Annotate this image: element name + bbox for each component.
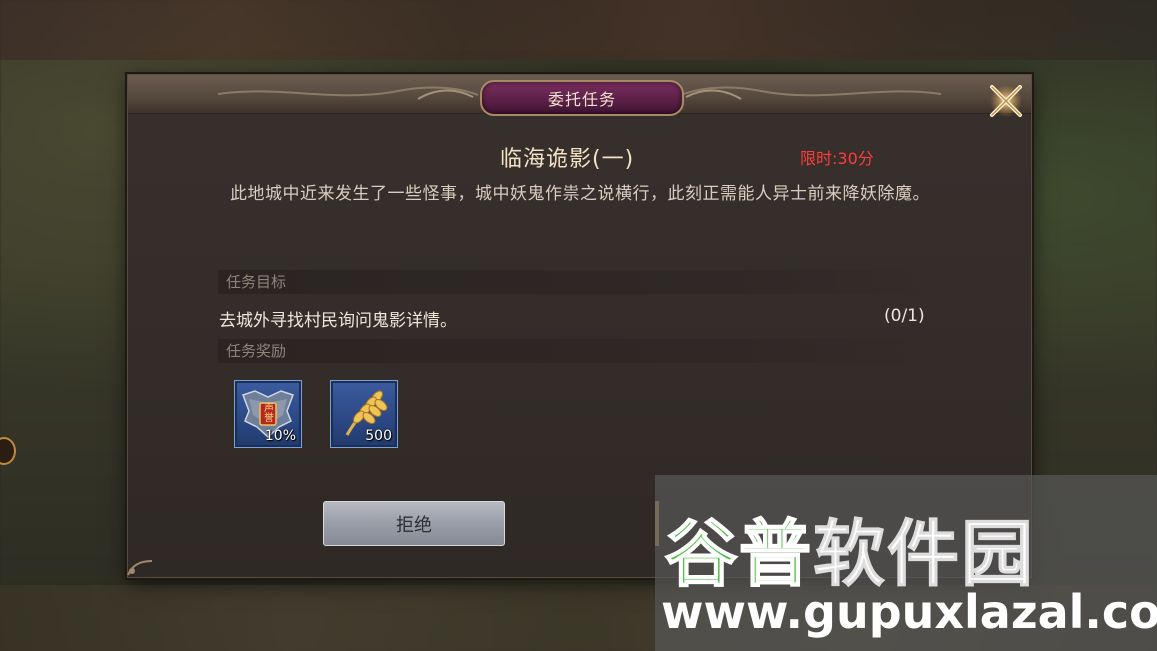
reward-section-header: 任务奖励 [218,339,940,363]
corner-ornament-bottom-left [127,560,153,576]
dialog-title: 委托任务 [480,80,684,116]
reward-count: 10% [264,428,296,444]
objective-text: 去城外寻找村民询问鬼影详情。 [219,311,457,331]
dialog-header: 委托任务 [128,75,1031,116]
header-ornament-right [681,86,941,100]
quest-name: 临海诡影(一) [500,147,635,172]
close-icon[interactable] [986,81,1026,121]
time-limit: 限时:30分 [800,149,874,168]
quest-description: 此地城中近来发生了一些怪事，城中妖鬼作祟之说横行，此刻正需能人异士前来降妖除魔。 [230,184,930,204]
reward-item-reputation[interactable]: 声誉 10% [234,380,302,448]
objective-progress: (0/1) [884,306,925,326]
objective-section-header: 任务目标 [218,270,940,294]
reputation-badge: 声誉 [264,403,274,424]
watermark-title-green: 谷普 [664,511,814,597]
header-ornament-left [218,86,478,100]
watermark-url: www.gupuxlazal.com [661,585,1157,639]
watermark-title-white: 软件园 [813,512,1036,597]
watermark: 谷普软件园 www.gupuxlazal.com [655,475,1157,651]
background-top-hud [0,0,1157,60]
reject-button[interactable]: 拒绝 [323,501,505,546]
reward-count: 500 [365,428,392,444]
reward-item-grain[interactable]: 500 [330,380,398,448]
